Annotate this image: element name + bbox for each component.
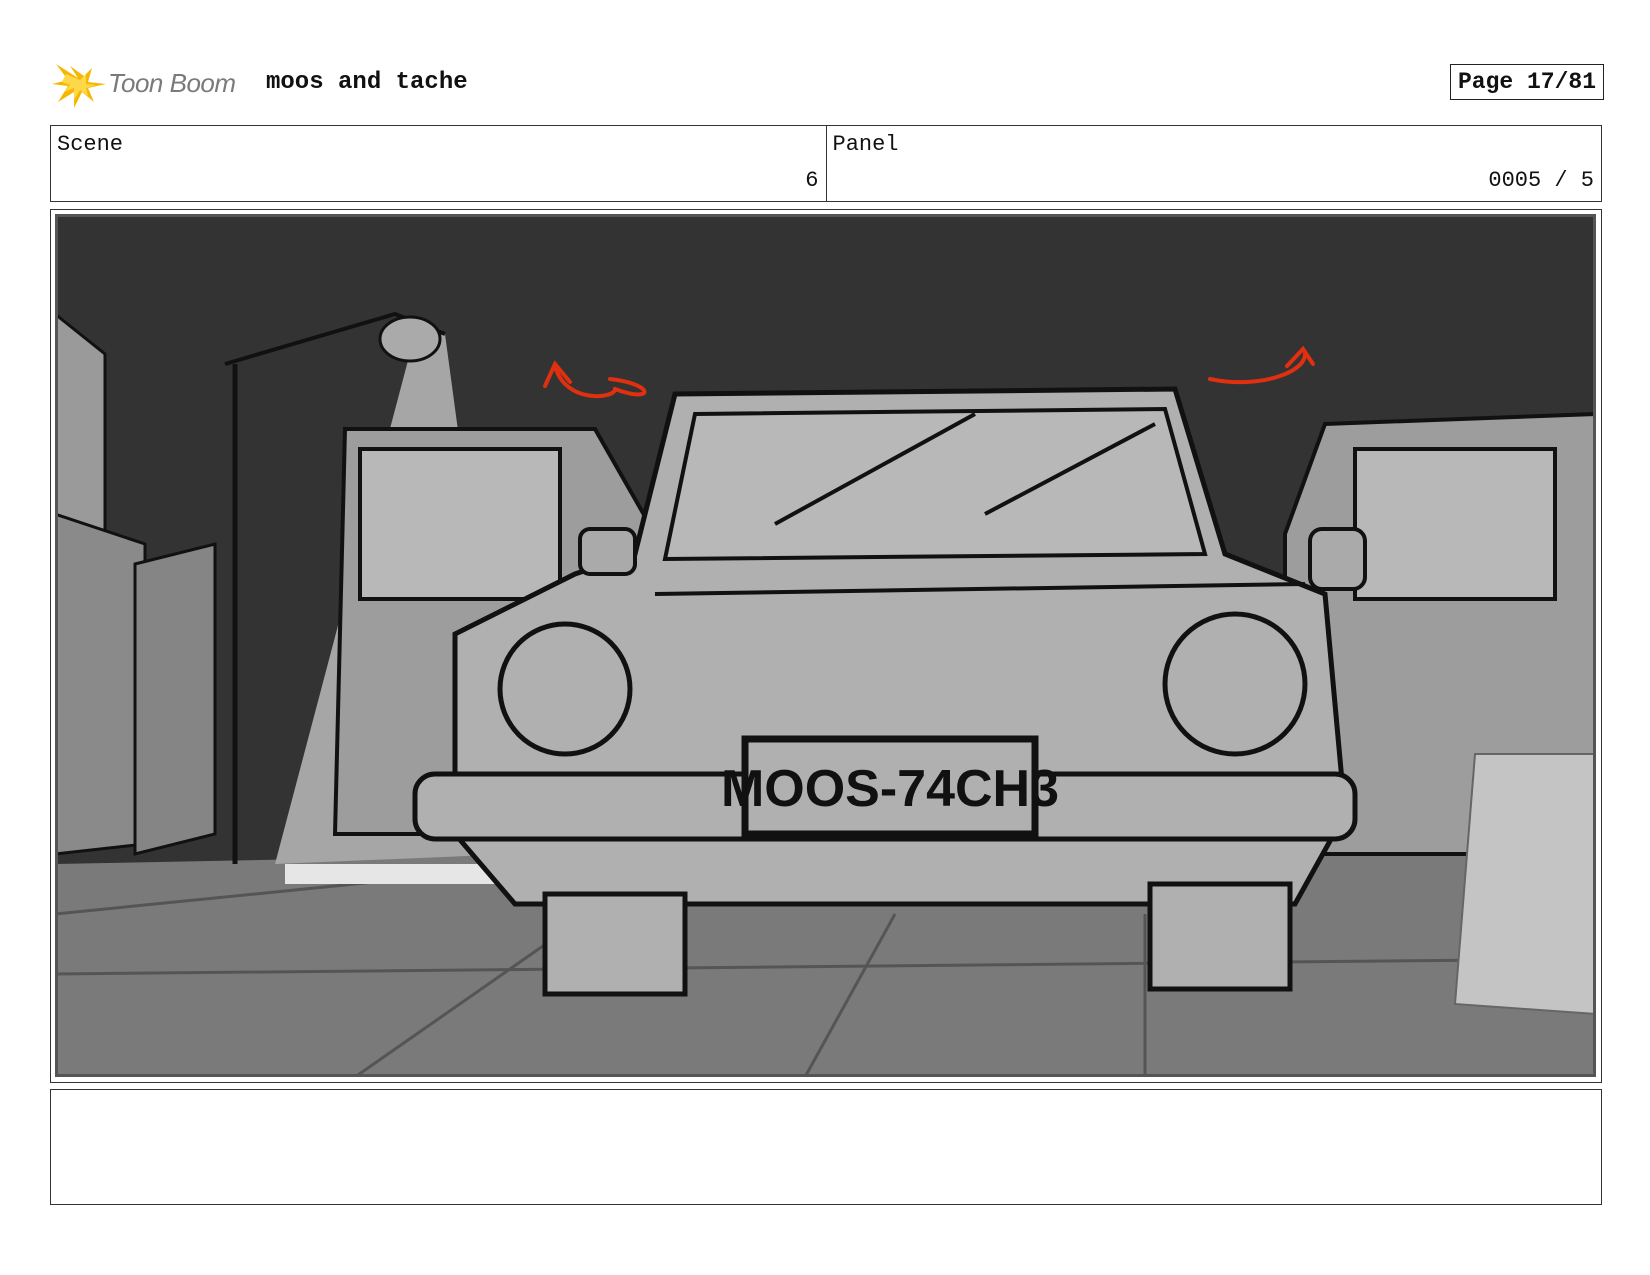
right-wheel: [1147, 881, 1293, 992]
left-building: [55, 512, 147, 856]
project-title: moos and tache: [266, 69, 468, 96]
right-headlight: [1162, 611, 1308, 757]
right-car-headlight-glow: [1453, 753, 1596, 1016]
page-indicator: Page 17/81: [1449, 64, 1604, 100]
scene-number: 6: [805, 168, 819, 193]
license-plate-text: MOOS-74CH3: [721, 760, 1059, 818]
left-mirror: [578, 527, 637, 576]
panel-number: 0005 / 5: [1488, 168, 1594, 193]
scene-panel-info: Scene 6 Panel 0005 / 5: [50, 125, 1602, 202]
panel-notes-box: [50, 1089, 1602, 1205]
logo-wordmark: Toon Boom: [108, 68, 236, 98]
lamp-head: [378, 315, 442, 363]
windshield: [662, 406, 1208, 562]
page-header: Toon Boom moos and tache Page 17/81: [52, 56, 1604, 108]
scene-cell: Scene 6: [51, 126, 826, 201]
left-wheel: [542, 891, 688, 997]
right-car-window: [1353, 447, 1557, 601]
left-building-2: [133, 542, 217, 856]
left-van-window: [358, 447, 562, 601]
storyboard-panel: MOOS-74CH3: [50, 209, 1602, 1083]
left-headlight: [497, 621, 633, 757]
panel-cell: Panel 0005 / 5: [825, 126, 1602, 201]
right-mirror: [1308, 527, 1367, 591]
panel-sketch: MOOS-74CH3: [55, 214, 1596, 1077]
scene-label: Scene: [57, 132, 124, 157]
toon-boom-logo: Toon Boom: [52, 58, 252, 110]
panel-label: Panel: [832, 132, 899, 157]
starburst-logo-icon: [52, 64, 106, 108]
